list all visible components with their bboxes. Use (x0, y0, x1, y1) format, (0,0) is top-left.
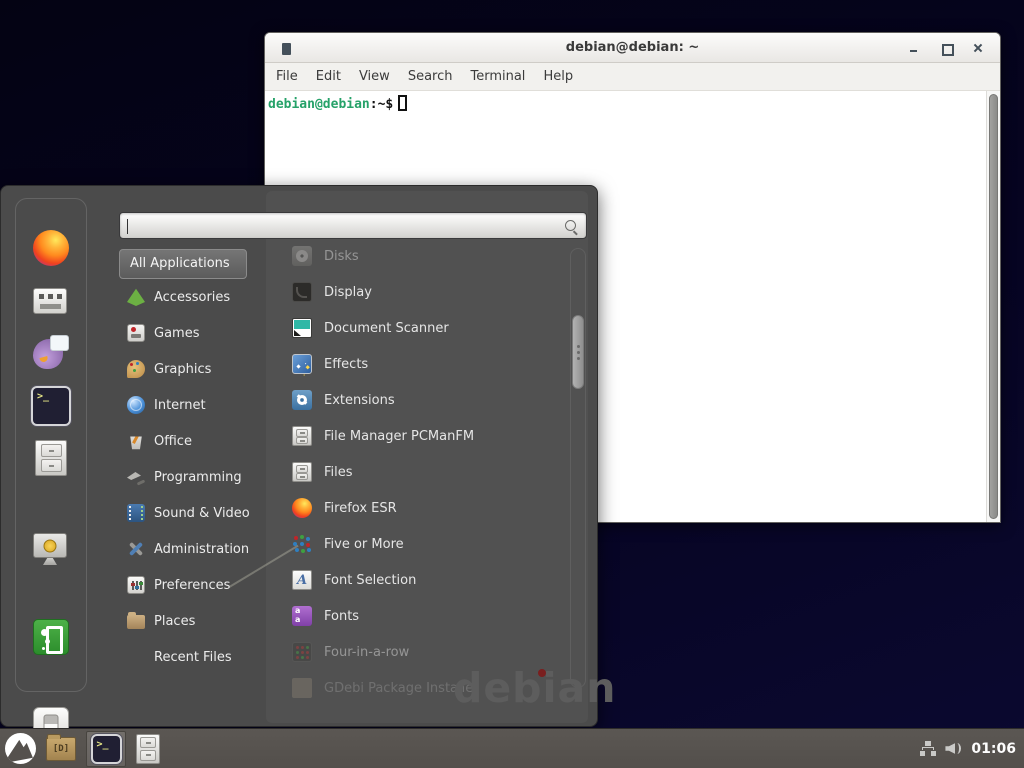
category-sound-video[interactable]: Sound & Video (119, 495, 279, 531)
category-places[interactable]: Places (119, 603, 279, 639)
app-item-document-scanner[interactable]: Document Scanner (284, 310, 570, 346)
app-list-scrollbar-thumb[interactable] (572, 315, 584, 389)
administration-icon (127, 540, 145, 558)
search-icon (564, 219, 578, 233)
pidgin-shortcut-icon[interactable] (33, 336, 69, 372)
debian-watermark: debian (453, 664, 616, 712)
file-manager-pcmanfm-icon (292, 426, 312, 446)
menu-search[interactable]: Search (399, 69, 462, 84)
control-panel-shortcut-icon[interactable] (33, 283, 69, 319)
menu-view[interactable]: View (350, 69, 399, 84)
search-input[interactable] (120, 213, 586, 238)
logout-shortcut-icon[interactable] (33, 619, 69, 655)
category-accessories[interactable]: Accessories (119, 279, 279, 315)
volume-icon[interactable] (945, 741, 962, 756)
application-menu: >_ All Applications Accessories Games Gr… (0, 185, 598, 727)
gdebi-icon (292, 678, 312, 698)
minimize-button[interactable] (906, 40, 922, 56)
category-internet[interactable]: Internet (119, 387, 279, 423)
five-or-more-icon (292, 534, 312, 554)
menu-help[interactable]: Help (534, 69, 582, 84)
display-icon (292, 282, 312, 302)
sound-video-icon (127, 504, 145, 522)
terminal-titlebar[interactable]: debian@debian: ~ (265, 33, 1000, 63)
taskbar: [D] >_ 01:06 (0, 728, 1024, 768)
app-item-files[interactable]: Files (284, 454, 570, 490)
app-item-fonts[interactable]: a a a aFonts (284, 598, 570, 634)
file-manager-shortcut-icon[interactable] (35, 440, 67, 476)
close-button[interactable] (970, 40, 986, 56)
terminal-title: debian@debian: ~ (265, 40, 1000, 55)
menu-launcher-button[interactable] (5, 733, 36, 764)
category-administration[interactable]: Administration (119, 531, 279, 567)
graphics-icon (127, 360, 145, 378)
clock: 01:06 (971, 741, 1016, 757)
app-item-disks[interactable]: Disks (284, 238, 570, 274)
prompt-path: :~$ (370, 97, 393, 112)
pidgin-icon (33, 339, 63, 369)
places-icon (127, 615, 145, 629)
terminal-scrollbar-thumb[interactable] (989, 94, 998, 519)
fonts-icon: a a a a (292, 606, 312, 626)
files-icon (292, 462, 312, 482)
disks-icon (292, 246, 312, 266)
category-games[interactable]: Games (119, 315, 279, 351)
app-item-effects[interactable]: Effects (284, 346, 570, 382)
app-item-file-manager-pcmanfm[interactable]: File Manager PCManFM (284, 418, 570, 454)
file-manager-launcher[interactable]: [D] (46, 737, 76, 761)
taskbar-files-task[interactable] (136, 734, 160, 764)
effects-icon (292, 354, 312, 374)
preferences-icon (127, 576, 145, 594)
terminal-shortcut-icon[interactable]: >_ (33, 388, 69, 424)
favorites-column: >_ (15, 198, 87, 692)
firefox-shortcut-icon[interactable] (33, 230, 69, 266)
four-in-a-row-icon (292, 642, 312, 662)
terminal-scrollbar[interactable] (986, 91, 1000, 522)
app-item-firefox-esr[interactable]: Firefox ESR (284, 490, 570, 526)
folder-label: [D] (53, 744, 69, 754)
watermark-red-dot (538, 669, 546, 677)
category-graphics[interactable]: Graphics (119, 351, 279, 387)
terminal-menubar: File Edit View Search Terminal Help (265, 63, 1000, 91)
games-icon (127, 324, 145, 342)
app-item-font-selection[interactable]: AFont Selection (284, 562, 570, 598)
screensaver-shortcut-icon[interactable] (33, 531, 69, 567)
programming-icon (127, 468, 145, 486)
category-programming[interactable]: Programming (119, 459, 279, 495)
terminal-cursor (398, 95, 407, 111)
terminal-glyph: >_ (33, 388, 49, 402)
office-icon (127, 432, 145, 450)
category-list: Accessories Games Graphics Internet Offi… (119, 279, 279, 675)
category-all-applications[interactable]: All Applications (119, 249, 247, 279)
maximize-button[interactable] (938, 40, 954, 56)
menu-edit[interactable]: Edit (307, 69, 350, 84)
document-scanner-icon (292, 318, 312, 338)
menu-terminal[interactable]: Terminal (461, 69, 534, 84)
internet-icon (127, 396, 145, 414)
taskbar-terminal-task[interactable]: >_ (86, 731, 126, 767)
category-office[interactable]: Office (119, 423, 279, 459)
accessories-icon (127, 288, 145, 306)
screensaver-icon (33, 533, 67, 558)
font-selection-icon: A (292, 570, 312, 590)
menu-file[interactable]: File (267, 69, 307, 84)
network-icon[interactable] (920, 741, 936, 756)
prompt-user: debian@debian (268, 97, 370, 112)
terminal-window-icon (282, 43, 291, 55)
category-recent-files[interactable]: Recent Files (119, 639, 279, 675)
app-list: Disks Display Document Scanner Effects E… (284, 238, 570, 706)
app-list-scrollbar[interactable] (570, 248, 586, 688)
app-item-display[interactable]: Display (284, 274, 570, 310)
firefox-esr-icon (292, 498, 312, 518)
shell-prompt: debian@debian:~$ (265, 91, 1000, 112)
search-box[interactable] (119, 212, 587, 239)
control-panel-icon (33, 288, 67, 314)
extensions-icon (292, 390, 312, 410)
app-item-extensions[interactable]: Extensions (284, 382, 570, 418)
terminal-task-icon: >_ (93, 736, 120, 762)
app-item-five-or-more[interactable]: Five or More (284, 526, 570, 562)
